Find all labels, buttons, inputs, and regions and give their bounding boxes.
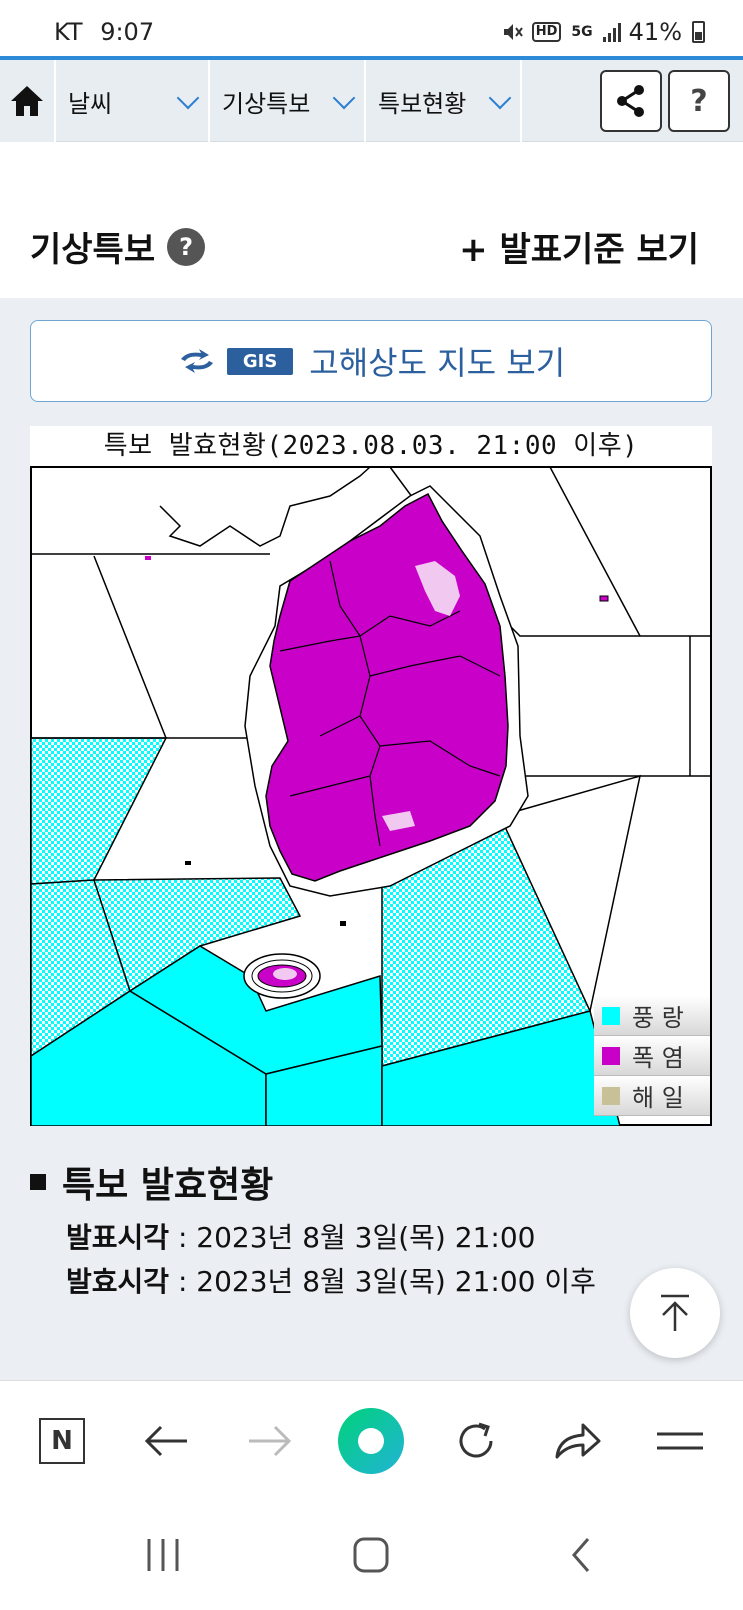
share-button[interactable] bbox=[600, 70, 662, 132]
recent-apps-icon bbox=[147, 1539, 179, 1571]
battery-level: 41% bbox=[628, 18, 682, 46]
status-right: HD 5G 41% bbox=[502, 18, 705, 46]
gis-tag: GIS bbox=[226, 347, 294, 375]
carrier: KT bbox=[54, 18, 83, 46]
back-nav-button[interactable] bbox=[556, 1530, 606, 1580]
back-button[interactable] bbox=[136, 1411, 196, 1471]
nav-bar: 날씨 기상특보 특보현황 ? bbox=[0, 60, 743, 142]
battery-icon bbox=[692, 21, 705, 43]
share-page-button[interactable] bbox=[548, 1411, 608, 1471]
effective-time-value: : 2023년 8월 3일(목) 21:00 이후 bbox=[169, 1265, 596, 1298]
legend-label: 풍 랑 bbox=[632, 1004, 684, 1032]
browser-toolbar: N bbox=[0, 1380, 743, 1500]
map-title: 특보 발효현황(2023.08.03. 21:00 이후) bbox=[103, 431, 639, 461]
home-icon bbox=[11, 86, 43, 116]
refresh-arrows-icon bbox=[180, 349, 213, 373]
clock: 9:07 bbox=[100, 18, 155, 46]
legend-label: 해 일 bbox=[632, 1084, 684, 1112]
nav-dropdown-label: 날씨 bbox=[68, 89, 113, 118]
scroll-top-button[interactable] bbox=[630, 1268, 720, 1358]
legend-swatch bbox=[602, 1086, 620, 1105]
legend-swatch bbox=[602, 1046, 620, 1065]
green-dot-button[interactable] bbox=[336, 1406, 406, 1476]
refresh-button[interactable] bbox=[446, 1411, 506, 1471]
5g-badge: 5G bbox=[571, 24, 593, 40]
gis-button-label: 고해상도 지도 보기 bbox=[309, 344, 566, 382]
chevron-left-icon bbox=[572, 1538, 590, 1572]
announce-time-label: 발표시각 bbox=[66, 1221, 170, 1254]
chevron-down-icon bbox=[176, 86, 200, 110]
naver-icon: N bbox=[39, 1418, 85, 1464]
page-title: 기상특보 ? bbox=[30, 222, 206, 271]
forward-button[interactable] bbox=[240, 1411, 300, 1471]
warning-map: 특보 발효현황(2023.08.03. 21:00 이후) 풍 랑 폭 염 해 … bbox=[30, 426, 712, 1126]
status-section-title-text: 특보 발효현황 bbox=[62, 1165, 274, 1206]
status-left: KT 9:07 bbox=[54, 18, 164, 46]
announce-time-row: 발표시각 : 2023년 8월 3일(목) 21:00 bbox=[66, 1216, 535, 1256]
map-legend: 풍 랑 폭 염 해 일 bbox=[594, 996, 710, 1116]
forward-share-icon bbox=[555, 1423, 601, 1459]
chevron-down-icon bbox=[488, 86, 512, 110]
nav-dropdown-status[interactable]: 특보현황 bbox=[366, 60, 522, 142]
effective-time-label: 발효시각 bbox=[66, 1265, 170, 1298]
nav-dropdown-label: 기상특보 bbox=[222, 89, 311, 118]
bullet-square-icon bbox=[30, 1174, 46, 1190]
arrow-right-icon bbox=[249, 1425, 292, 1457]
recent-apps-button[interactable] bbox=[138, 1530, 188, 1580]
legend-item-heat: 폭 염 bbox=[594, 1036, 710, 1076]
legend-item-wave: 풍 랑 bbox=[594, 996, 710, 1036]
mute-icon bbox=[503, 24, 523, 40]
status-section-title: 특보 발효현황 bbox=[30, 1156, 273, 1208]
hd-badge: HD bbox=[531, 22, 562, 42]
announce-time-value: : 2023년 8월 3일(목) 21:00 bbox=[169, 1221, 536, 1254]
home-square-icon bbox=[353, 1537, 389, 1573]
home-button[interactable] bbox=[0, 60, 56, 142]
menu-button[interactable] bbox=[650, 1411, 710, 1471]
hamburger-icon bbox=[657, 1432, 703, 1450]
chevron-down-icon bbox=[332, 86, 356, 110]
refresh-icon bbox=[459, 1422, 493, 1458]
green-dot-icon bbox=[338, 1408, 404, 1474]
legend-swatch bbox=[602, 1006, 620, 1025]
title-help-icon[interactable]: ? bbox=[167, 227, 206, 266]
naver-button[interactable]: N bbox=[32, 1411, 92, 1471]
effective-time-row: 발효시각 : 2023년 8월 3일(목) 21:00 이후 bbox=[66, 1260, 596, 1300]
home-nav-button[interactable] bbox=[346, 1530, 396, 1580]
nav-dropdown-label: 특보현황 bbox=[378, 89, 467, 118]
legend-label: 폭 염 bbox=[632, 1044, 684, 1072]
arrow-up-icon bbox=[661, 1294, 689, 1331]
status-bar: KT 9:07 HD 5G 41% bbox=[0, 0, 743, 56]
page-title-text: 기상특보 bbox=[30, 230, 156, 270]
help-button[interactable]: ? bbox=[668, 70, 730, 132]
arrow-left-icon bbox=[144, 1425, 187, 1457]
criteria-link[interactable]: + 발표기준 보기 bbox=[459, 222, 699, 271]
gis-map-button[interactable]: GIS 고해상도 지도 보기 bbox=[30, 320, 712, 402]
nav-dropdown-weather[interactable]: 날씨 bbox=[56, 60, 210, 142]
help-label: ? bbox=[690, 83, 708, 119]
signal-icon bbox=[602, 22, 621, 42]
page-header: 기상특보 ? + 발표기준 보기 bbox=[0, 142, 743, 298]
content-area: GIS 고해상도 지도 보기 특보 발효현황(2023.08.03. 21:00… bbox=[0, 298, 743, 1380]
android-nav-bar bbox=[0, 1500, 743, 1610]
nav-dropdown-warning[interactable]: 기상특보 bbox=[210, 60, 366, 142]
share-icon bbox=[617, 85, 644, 117]
legend-item-surge: 해 일 bbox=[594, 1076, 710, 1116]
